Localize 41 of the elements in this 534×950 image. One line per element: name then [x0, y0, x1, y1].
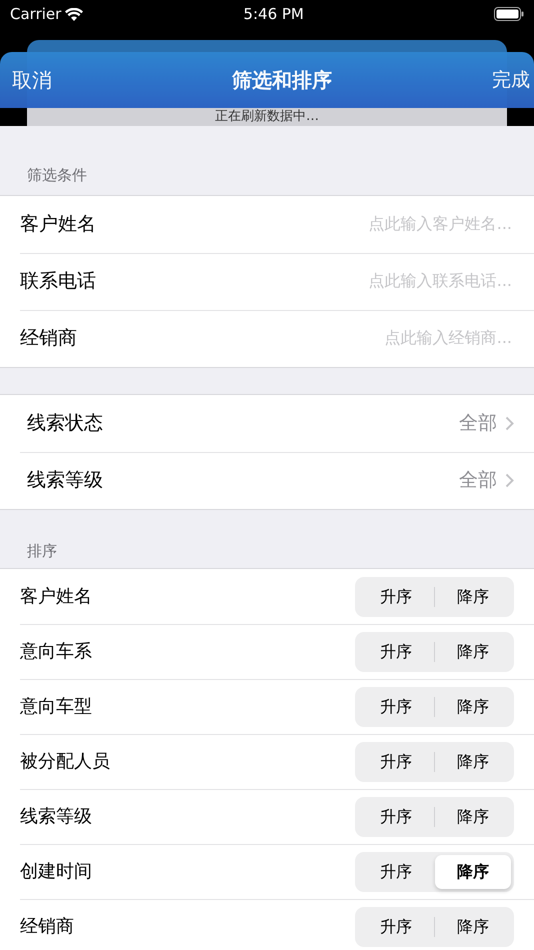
sort-label: 被分配人员	[20, 750, 110, 774]
wifi-icon	[65, 8, 84, 20]
sort-label: 创建时间	[20, 860, 92, 884]
segment[interactable]: 升序	[358, 634, 434, 668]
segment[interactable]: 升序	[358, 854, 434, 888]
segment[interactable]: 降序	[435, 744, 511, 778]
sort-label: 意向车系	[20, 640, 92, 664]
segment[interactable]: 降序	[435, 910, 511, 944]
segment[interactable]: 升序	[358, 690, 434, 724]
sort-label: 意向车型	[20, 695, 92, 719]
nav-title: 筛选和排序	[232, 67, 332, 94]
picker-row[interactable]: 线索状态 全部	[0, 394, 534, 452]
text-field[interactable]: 点此输入联系电话...	[96, 268, 514, 294]
picker-row[interactable]: 线索等级 全部	[0, 452, 534, 508]
status-time: 5:46 PM	[243, 4, 304, 25]
cancel-button[interactable]: 取消	[12, 65, 52, 95]
field-label: 经销商	[20, 326, 77, 351]
sort-label: 客户姓名	[20, 585, 92, 609]
section-header: 排序	[27, 542, 57, 560]
field-label: 客户姓名	[20, 212, 96, 237]
segment[interactable]: 升序	[358, 800, 434, 834]
done-button[interactable]: 完成	[492, 66, 530, 94]
segment[interactable]: 升序	[358, 910, 434, 944]
sort-label: 线索等级	[20, 805, 92, 829]
segment[interactable]: 降序	[435, 634, 511, 668]
segment[interactable]: 降序	[435, 580, 511, 614]
sort-label: 经销商	[20, 915, 74, 939]
carrier-label: Carrier	[10, 4, 62, 25]
segment[interactable]: 降序	[435, 690, 511, 724]
text-field[interactable]: 点此输入经销商...	[77, 325, 514, 351]
segment[interactable]: 升序	[358, 580, 434, 614]
battery-icon	[494, 7, 524, 21]
refresh-notice: 正在刷新数据中…	[214, 108, 320, 126]
text-field[interactable]: 点此输入客户姓名...	[96, 211, 514, 237]
segment[interactable]: 升序	[358, 744, 434, 778]
chevron-icon	[505, 472, 514, 488]
segment[interactable]: 降序	[435, 800, 511, 834]
section-header: 筛选条件	[27, 166, 87, 184]
field-label: 联系电话	[20, 268, 96, 294]
chevron-icon	[505, 416, 514, 430]
segment[interactable]: 降序	[435, 854, 511, 888]
